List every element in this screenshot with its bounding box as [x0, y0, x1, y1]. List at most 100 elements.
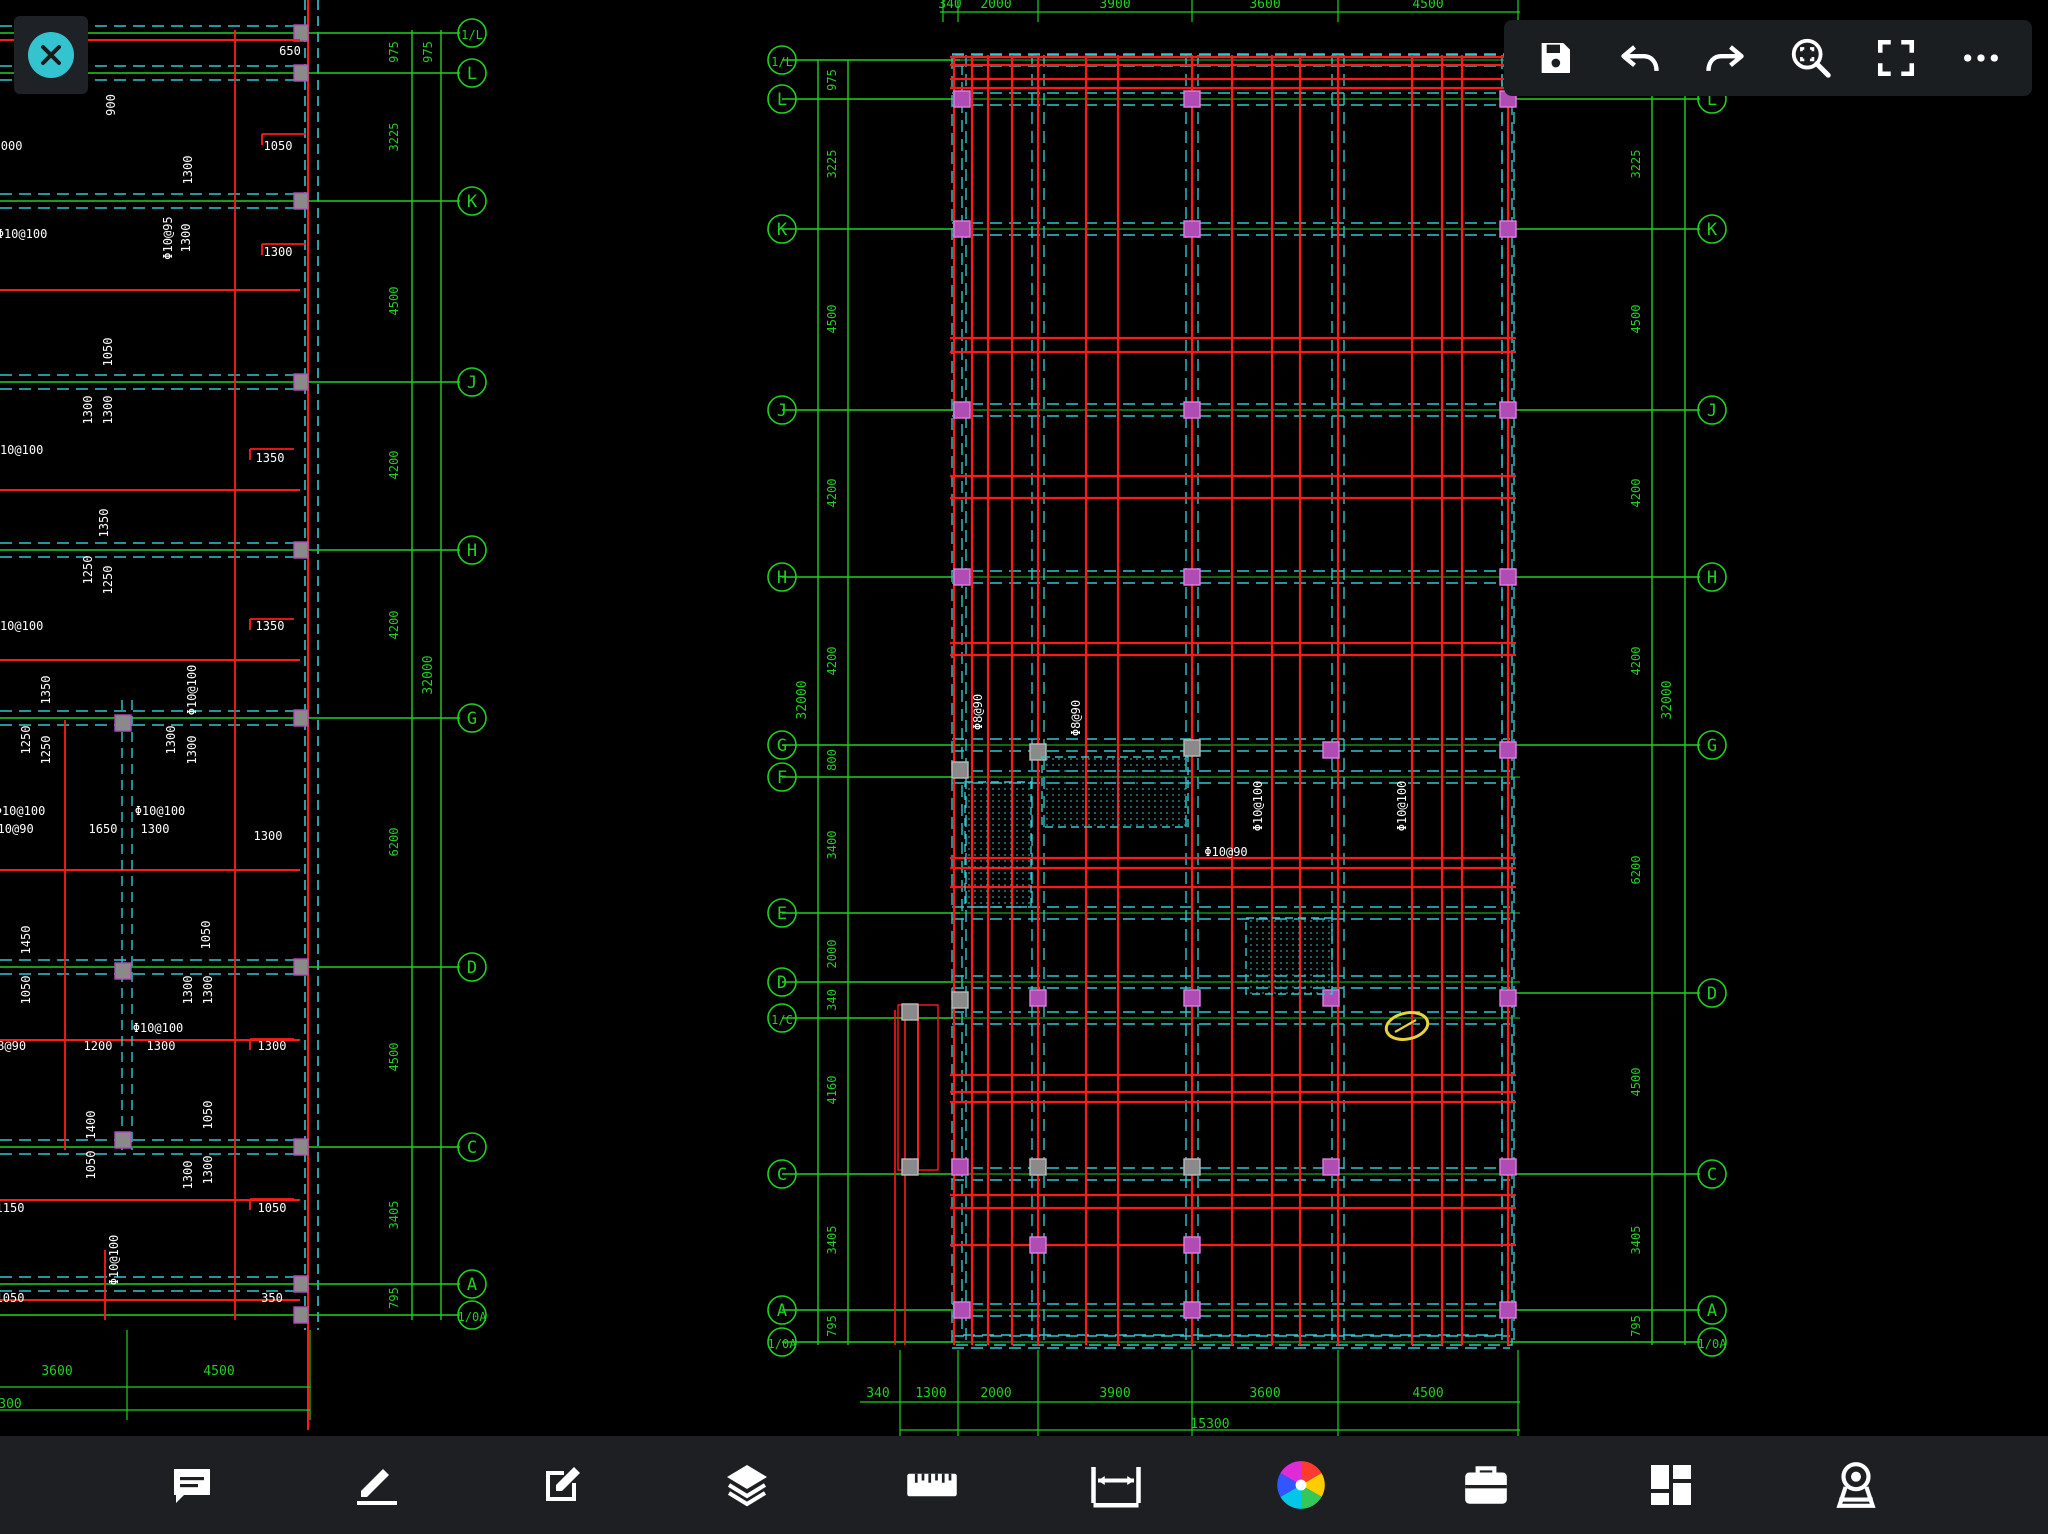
- bottom-toolbar: [0, 1436, 2048, 1534]
- viewer-button[interactable]: [1821, 1450, 1891, 1520]
- rebar-label: 1350: [97, 509, 111, 538]
- axis-bubble-label: K: [1707, 220, 1718, 240]
- dimension-label: 4200: [825, 479, 839, 508]
- more-button[interactable]: [1953, 30, 2009, 86]
- rebar-label: 1050: [201, 1101, 215, 1130]
- column: [293, 958, 309, 976]
- axis-bubble-label: H: [467, 541, 477, 561]
- rebar-label: Φ10@100: [107, 1235, 121, 1286]
- color-picker-button[interactable]: [1266, 1450, 1336, 1520]
- column: [901, 1003, 919, 1021]
- dashboard-button[interactable]: [1636, 1450, 1706, 1520]
- rebar-label: 1300: [264, 245, 293, 259]
- column: [951, 1158, 969, 1176]
- dimension-label: 4500: [387, 287, 401, 316]
- rebar-label: 1300: [179, 224, 193, 253]
- dimension-label: 800: [825, 749, 839, 771]
- axis-bubble-label: G: [467, 709, 477, 729]
- redo-button[interactable]: [1697, 30, 1753, 86]
- dimension-label: 4500: [203, 1364, 234, 1379]
- rebar-label: Φ10@95: [161, 216, 175, 259]
- axis-bubble-label: A: [467, 1275, 477, 1295]
- save-icon: [1541, 43, 1570, 73]
- column: [953, 568, 971, 586]
- rebar-label: 1300: [201, 976, 215, 1005]
- axis-bubble-label: A: [1707, 1301, 1717, 1321]
- rebar-label: 1450: [19, 926, 33, 955]
- rebar-label: 1300: [147, 1039, 176, 1053]
- drawing-canvas[interactable]: 1/L L K J H G D C A 1/0A 975 975 3225 4500 4200 4200 620…: [0, 0, 2048, 1436]
- rebar-label: 1300: [164, 726, 178, 755]
- dimension-label: 4200: [387, 611, 401, 640]
- rebar-label: 1300: [101, 396, 115, 425]
- axis-bubble-label: 1/0A: [458, 1310, 488, 1324]
- axis-bubble-label: G: [1707, 736, 1717, 756]
- toolbox-button[interactable]: [1451, 1450, 1521, 1520]
- axis-bubble-label: C: [777, 1165, 787, 1185]
- column: [1183, 739, 1201, 757]
- ruler-icon: [906, 1473, 957, 1497]
- dimension-label: 340: [866, 1386, 889, 1401]
- column: [1183, 989, 1201, 1007]
- column: [1183, 1301, 1201, 1319]
- redo-icon: [1706, 45, 1745, 71]
- undo-button[interactable]: [1612, 30, 1668, 86]
- dimension-label: 6200: [387, 828, 401, 857]
- column: [293, 24, 309, 42]
- dimension-total: 32000: [795, 680, 810, 719]
- column: [293, 709, 309, 727]
- close-button[interactable]: [14, 16, 88, 94]
- column: [293, 541, 309, 559]
- column: [1183, 90, 1201, 108]
- color-wheel-icon: [1277, 1461, 1325, 1509]
- layers-button[interactable]: [712, 1450, 782, 1520]
- column: [293, 64, 309, 82]
- rebar-label: Φ8@90: [971, 694, 985, 730]
- dimension-total: 32000: [1660, 680, 1675, 719]
- axis-bubble-label: A: [777, 1301, 787, 1321]
- pencil-button[interactable]: [342, 1450, 412, 1520]
- column: [1322, 741, 1340, 759]
- column: [1499, 568, 1517, 586]
- rebar-label: 350: [261, 1291, 283, 1305]
- rebar-label: 1300: [181, 156, 195, 185]
- ruler-button[interactable]: [897, 1450, 967, 1520]
- dimension-label: 2000: [980, 1386, 1011, 1401]
- dimension-total: 15300: [1190, 1417, 1229, 1432]
- dimension-label: 4500: [1629, 305, 1643, 334]
- save-button[interactable]: [1527, 30, 1583, 86]
- axis-bubble-label: 1/L: [461, 28, 483, 42]
- dimension-total: 32000: [421, 655, 436, 694]
- edit-button[interactable]: [527, 1450, 597, 1520]
- column: [114, 962, 132, 980]
- axis-bubble-label: J: [777, 401, 787, 421]
- rebar-label: 1250: [19, 726, 33, 755]
- dimension-label: 4200: [825, 647, 839, 676]
- axis-bubble-label: D: [467, 958, 477, 978]
- axis-bubble-label: K: [777, 220, 788, 240]
- rebar-label: 1150: [0, 1201, 24, 1215]
- dimension-label: 4200: [1629, 479, 1643, 508]
- layers-icon: [726, 1465, 767, 1507]
- zoom-extents-button[interactable]: [1783, 30, 1839, 86]
- rebar-label: Φ10@100: [185, 665, 199, 716]
- rebar-label: 1400: [84, 1111, 98, 1140]
- column: [1183, 1158, 1201, 1176]
- comment-button[interactable]: [157, 1450, 227, 1520]
- comment-icon: [174, 1469, 211, 1503]
- axis-bubble-label: H: [777, 568, 787, 588]
- rebar-label: 1300: [81, 396, 95, 425]
- column: [293, 1275, 309, 1293]
- dimension-label: 4500: [1629, 1068, 1643, 1097]
- dimension-label: 3600: [41, 1364, 72, 1379]
- dimension-label: 2000: [980, 0, 1011, 12]
- axis-bubble-label: J: [467, 373, 477, 393]
- dimension-label: 2000: [825, 940, 839, 969]
- rebar-label: 1050: [258, 1201, 287, 1215]
- dimension-label: 975: [825, 69, 839, 91]
- dimension-button[interactable]: [1081, 1450, 1151, 1520]
- dimension-label: 1300: [915, 1386, 946, 1401]
- fullscreen-icon: [1877, 39, 1914, 77]
- fullscreen-button[interactable]: [1868, 30, 1924, 86]
- column: [1322, 1158, 1340, 1176]
